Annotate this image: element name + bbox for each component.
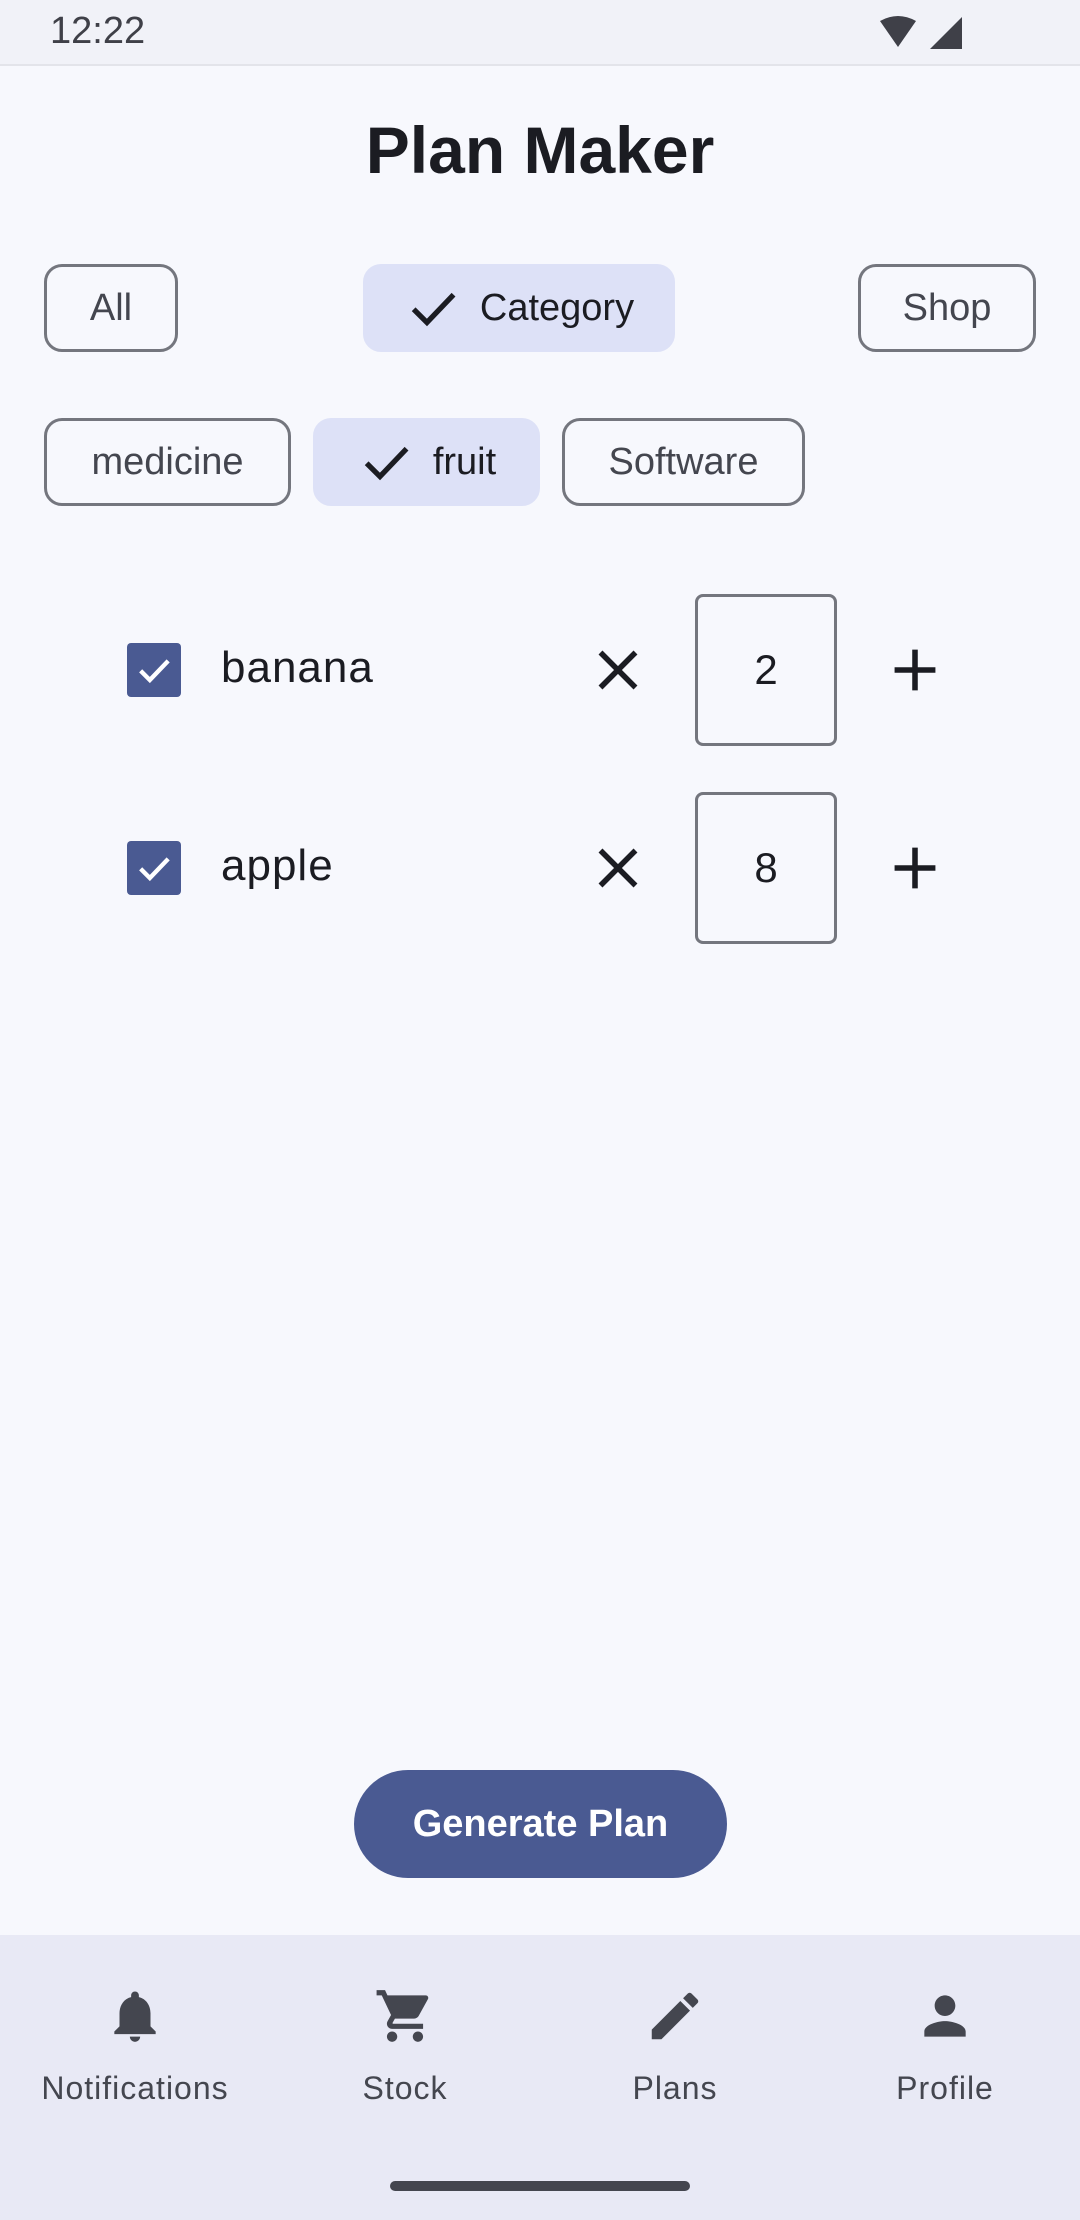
chip-label: All [89, 286, 133, 329]
cart-icon [374, 1985, 436, 2047]
wifi-icon [880, 16, 916, 47]
check-icon [364, 446, 409, 481]
remove-item-button[interactable] [583, 833, 653, 903]
chip-label: Software [608, 440, 759, 483]
nav-label: Stock [362, 2070, 448, 2106]
status-time: 12:22 [50, 10, 146, 52]
filter-chip-all[interactable]: All [44, 264, 178, 352]
nav-label: Notifications [41, 2070, 229, 2106]
quantity-value: 8 [754, 844, 778, 891]
home-indicator[interactable] [390, 2181, 690, 2191]
quantity-field-apple[interactable]: 8 [695, 792, 837, 944]
plan-maker-screen: 12:22 Plan Maker All Category Shop medic… [0, 0, 1080, 2220]
checkmark-icon [139, 659, 170, 684]
bell-icon [104, 1985, 166, 2047]
nav-label: Plans [632, 2070, 718, 2106]
nav-item-profile[interactable]: Profile [810, 1935, 1080, 2135]
item-name-banana: banana [221, 643, 374, 692]
pencil-icon [644, 1985, 706, 2047]
quantity-field-banana[interactable]: 2 [695, 594, 837, 746]
category-chip-software[interactable]: Software [562, 418, 805, 506]
chip-label: medicine [91, 440, 244, 483]
nav-item-notifications[interactable]: Notifications [0, 1935, 270, 2135]
quantity-value: 2 [754, 646, 778, 693]
generate-plan-button[interactable]: Generate Plan [354, 1770, 727, 1878]
signal-icon [930, 17, 962, 49]
filter-chip-category[interactable]: Category [363, 264, 675, 352]
plus-icon [894, 649, 936, 691]
chip-label: Shop [902, 286, 992, 329]
increase-quantity-button[interactable] [880, 635, 950, 705]
page-title: Plan Maker [365, 113, 715, 187]
nav-label: Profile [896, 2070, 994, 2106]
bottom-navigation: Notifications Stock Plans Profile [0, 1935, 1080, 2220]
plus-icon [894, 847, 936, 889]
item-name-apple: apple [221, 841, 334, 890]
status-icons [878, 15, 964, 51]
person-icon [914, 1985, 976, 2047]
chip-label: fruit [432, 440, 497, 483]
check-icon [411, 292, 456, 327]
remove-item-button[interactable] [583, 635, 653, 705]
item-checkbox-banana[interactable] [127, 643, 181, 697]
filter-chip-shop[interactable]: Shop [858, 264, 1036, 352]
status-bar: 12:22 [0, 0, 1080, 66]
category-chip-fruit[interactable]: fruit [313, 418, 540, 506]
close-icon [598, 848, 638, 888]
nav-item-plans[interactable]: Plans [540, 1935, 810, 2135]
nav-item-stock[interactable]: Stock [270, 1935, 540, 2135]
increase-quantity-button[interactable] [880, 833, 950, 903]
checkmark-icon [139, 857, 170, 882]
close-icon [598, 650, 638, 690]
item-checkbox-apple[interactable] [127, 841, 181, 895]
category-chip-medicine[interactable]: medicine [44, 418, 291, 506]
chip-label: Category [479, 286, 635, 329]
